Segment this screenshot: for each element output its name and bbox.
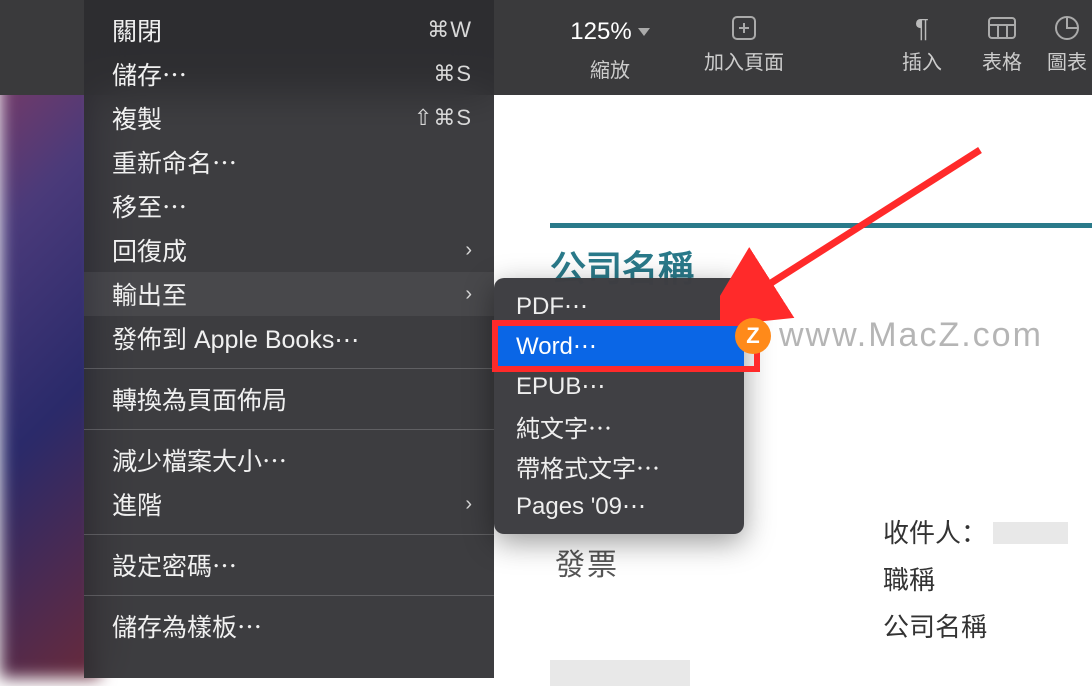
table-icon [987, 14, 1017, 42]
field-jobtitle: 職稱 [883, 557, 935, 604]
zoom-value: 125% [570, 18, 631, 46]
submenu-item[interactable]: Pages '09⋯ [494, 486, 744, 526]
zoom-control[interactable]: 125% 縮放 [550, 0, 670, 83]
add-page-button[interactable]: 加入頁面 [694, 0, 794, 75]
menu-item[interactable]: 回復成› [84, 228, 494, 272]
menu-item[interactable]: 轉換為頁面佈局 [84, 377, 494, 421]
menu-item[interactable]: 儲存⋯⌘S [84, 52, 494, 96]
menu-item[interactable]: 減少檔案大小⋯ [84, 438, 494, 482]
menu-item-label: 回復成 [112, 232, 465, 268]
menu-item[interactable]: 進階› [84, 482, 494, 526]
menu-item-label: 複製 [112, 100, 414, 136]
zoom-label: 縮放 [590, 54, 630, 83]
insert-label: 插入 [902, 46, 942, 75]
document-subtitle: 發票 [555, 540, 619, 584]
menu-item-label: 轉換為頁面佈局 [112, 381, 472, 417]
menu-item-label: 重新命名⋯ [112, 144, 472, 180]
placeholder [993, 522, 1068, 544]
menu-item-label: 輸出至 [112, 276, 465, 312]
add-page-label: 加入頁面 [704, 46, 784, 75]
submenu-item[interactable]: PDF⋯ [494, 286, 744, 326]
menu-shortcut: ⌘S [433, 61, 472, 87]
menu-item[interactable]: 複製⇧⌘S [84, 96, 494, 140]
menu-item[interactable]: 設定密碼⋯ [84, 543, 494, 587]
menu-item-label: 發佈到 Apple Books⋯ [112, 320, 472, 356]
menu-item-label: 減少檔案大小⋯ [112, 442, 472, 478]
chevron-down-icon [638, 28, 650, 36]
menu-item-label: 儲存⋯ [112, 56, 433, 92]
submenu-item[interactable]: 帶格式文字⋯ [494, 446, 744, 486]
file-menu: 關閉⌘W儲存⋯⌘S複製⇧⌘S重新命名⋯移至⋯回復成›輸出至›發佈到 Apple … [84, 0, 494, 678]
menu-item[interactable]: 輸出至› [84, 272, 494, 316]
field-company: 公司名稱 [883, 604, 987, 651]
menu-shortcut: ⌘W [427, 17, 472, 43]
menu-item-label: 移至⋯ [112, 188, 472, 224]
menu-separator [84, 534, 494, 535]
table-label: 表格 [982, 46, 1022, 75]
menu-separator [84, 429, 494, 430]
chevron-right-icon: › [465, 239, 472, 262]
submenu-item[interactable]: Word⋯ [494, 326, 744, 366]
chevron-right-icon: › [465, 493, 472, 516]
menu-shortcut: ⇧⌘S [414, 105, 472, 131]
document-rule [550, 223, 1092, 228]
insert-button[interactable]: ¶ 插入 [882, 0, 962, 75]
menu-item[interactable]: 儲存為樣板⋯ [84, 604, 494, 648]
submenu-item[interactable]: 純文字⋯ [494, 406, 744, 446]
menu-separator [84, 595, 494, 596]
menu-item-label: 進階 [112, 486, 465, 522]
placeholder [550, 660, 690, 686]
plus-icon [729, 14, 759, 42]
chart-button[interactable]: 圖表 [1042, 0, 1092, 75]
menu-item[interactable]: 關閉⌘W [84, 8, 494, 52]
chevron-right-icon: › [465, 283, 472, 306]
menu-item[interactable]: 移至⋯ [84, 184, 494, 228]
chart-label: 圖表 [1047, 46, 1087, 75]
menu-item-label: 設定密碼⋯ [112, 547, 472, 583]
table-button[interactable]: 表格 [962, 0, 1042, 75]
export-submenu: PDF⋯Word⋯EPUB⋯純文字⋯帶格式文字⋯Pages '09⋯ [494, 278, 744, 534]
chart-icon [1052, 14, 1082, 42]
menu-item[interactable]: 發佈到 Apple Books⋯ [84, 316, 494, 360]
menu-item-label: 關閉 [112, 12, 427, 48]
field-recipient: 收件人： [883, 510, 987, 557]
submenu-item[interactable]: EPUB⋯ [494, 366, 744, 406]
menu-item-label: 儲存為樣板⋯ [112, 608, 472, 644]
pilcrow-icon: ¶ [907, 14, 937, 42]
document-fields: 收件人： 職稱 公司名稱 [883, 510, 1068, 650]
menu-item[interactable]: 重新命名⋯ [84, 140, 494, 184]
menu-separator [84, 368, 494, 369]
